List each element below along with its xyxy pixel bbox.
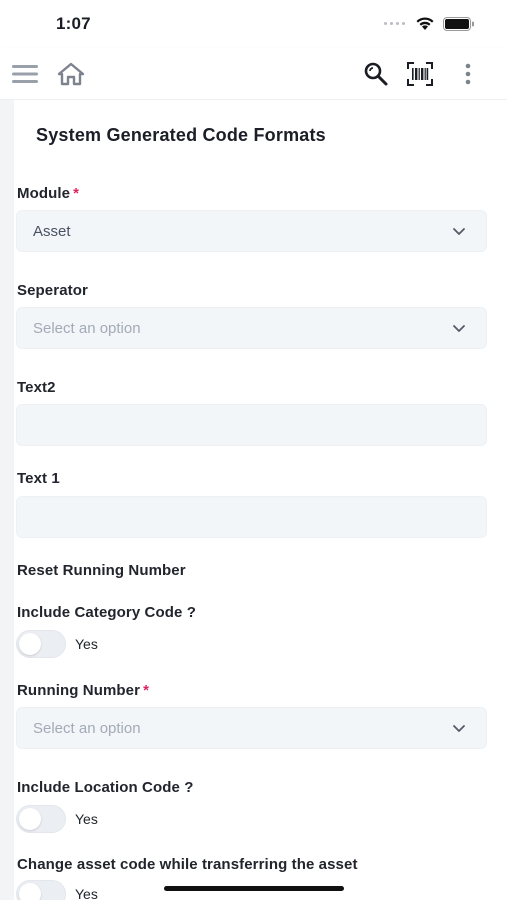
toggle-knob — [19, 883, 41, 900]
hamburger-menu-icon — [12, 65, 38, 83]
search-button[interactable] — [362, 60, 390, 88]
status-indicators — [384, 16, 475, 31]
text1-label: Text 1 — [17, 470, 60, 487]
required-asterisk: * — [73, 185, 80, 202]
page-gutter — [0, 100, 14, 900]
module-select-value: Asset — [33, 223, 71, 240]
change-asset-code-toggle-label: Yes — [75, 886, 98, 900]
reset-running-number-label: Reset Running Number — [17, 562, 186, 579]
include-location-code-label: Include Location Code ? — [17, 779, 194, 796]
search-icon — [364, 62, 388, 86]
required-asterisk: * — [143, 682, 149, 699]
change-asset-code-toggle[interactable] — [16, 880, 66, 900]
module-select[interactable]: Asset — [16, 210, 487, 252]
home-button[interactable] — [57, 60, 85, 88]
page-title: System Generated Code Formats — [36, 125, 326, 145]
text2-input[interactable] — [16, 404, 487, 446]
running-number-label: Running Number * — [17, 682, 149, 699]
chevron-down-icon — [453, 228, 465, 235]
text1-input[interactable] — [16, 496, 487, 538]
change-asset-code-label: Change asset code while transferring the… — [17, 856, 358, 873]
include-location-code-toggle-label: Yes — [75, 811, 98, 827]
menu-button[interactable] — [11, 60, 39, 88]
battery-icon — [443, 16, 474, 31]
status-bar: 1:07 — [0, 0, 507, 48]
status-time: 1:07 — [56, 14, 91, 33]
cellular-signal-icon — [384, 22, 405, 25]
barcode-scan-button[interactable] — [406, 60, 434, 88]
module-label: Module * — [17, 185, 79, 202]
running-number-select[interactable]: Select an option — [16, 707, 487, 749]
include-category-code-toggle-label: Yes — [75, 636, 98, 652]
home-indicator[interactable] — [164, 886, 344, 891]
toggle-knob — [19, 633, 41, 655]
barcode-scan-icon — [407, 62, 433, 86]
include-location-code-toggle[interactable] — [16, 805, 66, 833]
seperator-label: Seperator — [17, 282, 88, 299]
module-label-text: Module — [17, 185, 71, 202]
chevron-down-icon — [453, 725, 465, 732]
chevron-down-icon — [453, 325, 465, 332]
more-options-button[interactable] — [454, 60, 482, 88]
more-vertical-icon — [465, 63, 471, 85]
wifi-icon — [416, 17, 434, 30]
running-number-label-text: Running Number — [17, 682, 141, 699]
toggle-knob — [19, 808, 41, 830]
include-category-code-toggle[interactable] — [16, 630, 66, 658]
home-icon — [57, 62, 85, 86]
seperator-select-placeholder: Select an option — [33, 320, 141, 337]
seperator-select[interactable]: Select an option — [16, 307, 487, 349]
text2-label: Text2 — [17, 379, 56, 396]
include-category-code-label: Include Category Code ? — [17, 604, 196, 621]
app-bar — [0, 48, 507, 100]
running-number-select-placeholder: Select an option — [33, 720, 141, 737]
